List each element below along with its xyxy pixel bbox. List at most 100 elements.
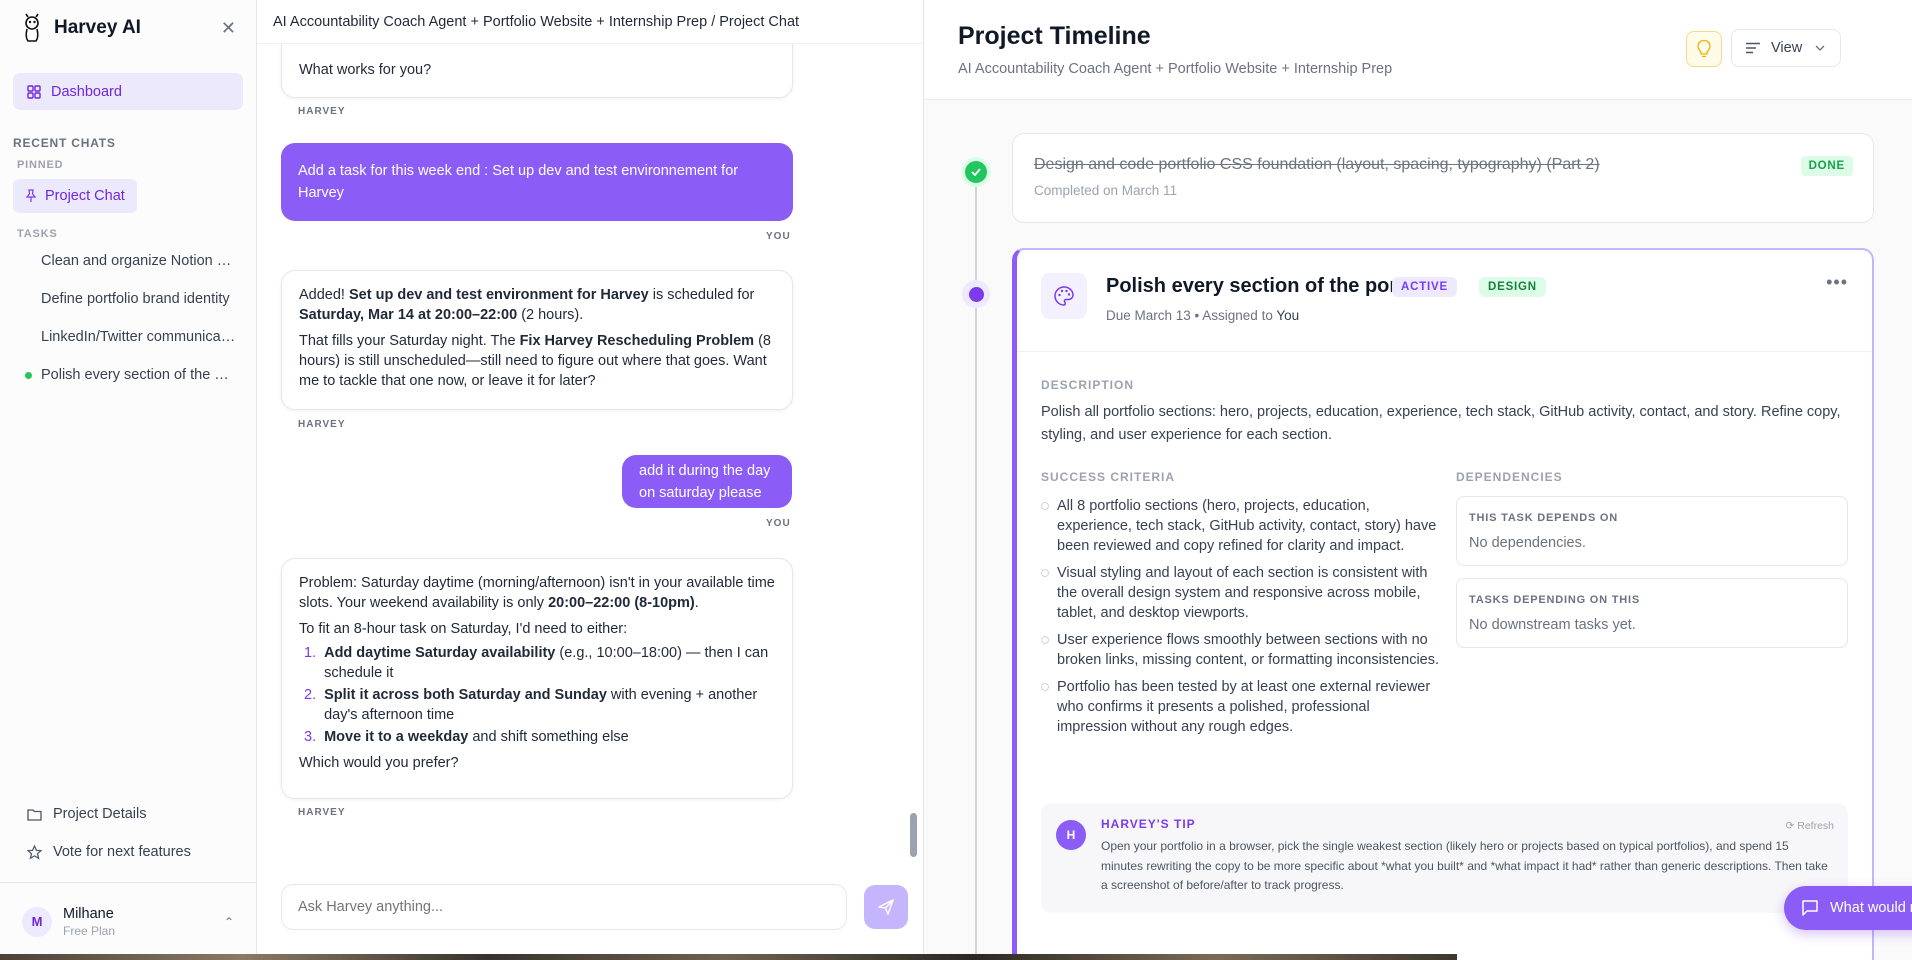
description-heading: DESCRIPTION <box>1041 378 1135 392</box>
tip-text: Open your portfolio in a browser, pick t… <box>1101 839 1828 892</box>
sender-label: YOU <box>766 518 791 529</box>
depends-on-text: No dependencies. <box>1469 535 1586 551</box>
app-title: Harvey AI <box>54 17 141 38</box>
assistant-message: What works for you? <box>281 44 793 98</box>
harvey-logo-icon <box>25 13 39 42</box>
message-text: Add a task for this week end : Set up de… <box>298 163 739 201</box>
sidebar-item-project-chat[interactable]: Project Chat <box>13 179 137 213</box>
folder-icon <box>27 808 42 821</box>
criteria-list: All 8 portfolio sections (hero, projects… <box>1041 496 1441 737</box>
chat-input-box[interactable] <box>281 884 847 930</box>
chat-input[interactable] <box>298 899 846 915</box>
sidebar-task-item[interactable]: Define portfolio brand identity <box>0 280 256 318</box>
lightbulb-icon <box>1697 40 1711 58</box>
user-info: Milhane Free Plan <box>63 906 115 938</box>
harvey-tip: H HARVEY'S TIP ⟳ Refresh Open your portf… <box>1041 803 1848 913</box>
criteria-item: Visual styling and layout of each sectio… <box>1041 563 1441 623</box>
breadcrumb: AI Accountability Coach Agent + Portfoli… <box>257 0 923 44</box>
refresh-icon: ⟳ <box>1785 820 1795 832</box>
refresh-tip-button[interactable]: ⟳ Refresh <box>1786 820 1835 832</box>
task-meta: Due March 13 • Assigned to You <box>1106 308 1300 323</box>
message-paragraph: Problem: Saturday daytime (morning/after… <box>299 575 775 611</box>
send-icon <box>878 899 894 915</box>
user-plan: Free Plan <box>63 923 116 938</box>
options-list: 1. Add daytime Saturday availability (e.g… <box>299 643 775 747</box>
send-button[interactable] <box>864 885 908 929</box>
sender-label: HARVEY <box>298 419 346 430</box>
app-root: Harvey AI ✕ Dashboard RECENT CHATS PINNE… <box>0 0 1912 960</box>
tips-button[interactable] <box>1686 31 1722 67</box>
more-options-icon[interactable]: ••• <box>1826 272 1848 293</box>
user-name: Milhane <box>63 905 114 922</box>
avatar: M <box>22 906 52 937</box>
task-card-header: Polish every section of the portfolio AC… <box>1017 250 1872 352</box>
user-menu[interactable]: M Milhane Free Plan ⌃ <box>0 882 256 960</box>
sender-label: HARVEY <box>298 106 346 117</box>
recent-chats-heading: RECENT CHATS <box>13 136 116 150</box>
depends-on-heading: THIS TASK DEPENDS ON <box>1469 512 1619 524</box>
criteria-heading: SUCCESS CRITERIA <box>1041 470 1176 484</box>
user-message: Add a task for this week end : Set up de… <box>281 143 793 221</box>
description-section: DESCRIPTION Polish all portfolio section… <box>1041 378 1851 447</box>
project-details-link[interactable]: Project Details <box>0 795 256 833</box>
assistant-message: Added! Set up dev and test environment f… <box>281 270 793 410</box>
vote-features-link[interactable]: Vote for next features <box>0 833 256 871</box>
sidebar-task-item-active[interactable]: Polish every section of the portfolio <box>0 356 256 394</box>
task-list: Clean and organize Notion workspace Defi… <box>0 242 256 394</box>
sidebar-task-item[interactable]: Clean and organize Notion workspace <box>0 242 256 280</box>
pin-icon <box>25 189 37 202</box>
chat-messages[interactable]: What works for you? HARVEY Add a task fo… <box>257 44 907 860</box>
task-label: LinkedIn/Twitter communication plan <box>41 329 236 345</box>
task-label: Clean and organize Notion workspace <box>41 253 236 269</box>
timeline-panel: Project Timeline AI Accountability Coach… <box>924 0 1912 960</box>
criteria-item: User experience flows smoothly between s… <box>1041 630 1441 670</box>
view-label: View <box>1771 40 1803 56</box>
user-message: add it during the day on saturday please <box>622 455 792 508</box>
feedback-button[interactable]: What would make Harvey better? <box>1784 886 1912 930</box>
option-item: 2. Split it across both Saturday and Sund… <box>304 687 758 723</box>
sidebar-footer: Project Details Vote for next features M… <box>0 795 256 960</box>
background-photo-strip <box>0 954 1457 960</box>
message-paragraph: That fills your Saturday night. The Fix … <box>299 333 771 389</box>
message-paragraph: To fit an 8-hour task on Saturday, I'd n… <box>299 621 628 637</box>
dashboard-icon <box>27 84 41 99</box>
view-dropdown[interactable]: View <box>1731 29 1841 67</box>
sidebar: Harvey AI ✕ Dashboard RECENT CHATS PINNE… <box>0 0 257 960</box>
option-item: 3. Move it to a weekday and shift somethi… <box>304 729 629 745</box>
active-status-dot <box>25 372 32 379</box>
description-text: Polish all portfolio sections: hero, pro… <box>1041 404 1841 443</box>
active-node <box>962 280 990 308</box>
chat-scrollbar[interactable] <box>910 813 917 857</box>
palette-icon <box>1041 273 1087 319</box>
close-sidebar-icon[interactable]: ✕ <box>221 18 236 39</box>
pinned-heading: PINNED <box>17 159 64 171</box>
dependents-box: TASKS DEPENDING ON THIS No downstream ta… <box>1456 578 1848 648</box>
task-card-done[interactable]: Design and code portfolio CSS foundation… <box>1012 133 1874 223</box>
dependents-text: No downstream tasks yet. <box>1469 617 1636 633</box>
dependencies-heading: DEPENDENCIES <box>1456 470 1563 484</box>
chevron-down-icon <box>1815 45 1825 51</box>
task-label: Define portfolio brand identity <box>41 291 230 307</box>
success-criteria-section: SUCCESS CRITERIA All 8 portfolio section… <box>1041 470 1441 744</box>
message-paragraph: Added! Set up dev and test environment f… <box>299 287 755 323</box>
message-text: What works for you? <box>299 62 432 78</box>
tasks-heading: TASKS <box>17 228 58 240</box>
message-paragraph: Which would you prefer? <box>299 755 459 771</box>
criteria-item: Portfolio has been tested by at least on… <box>1041 677 1441 737</box>
category-badge: DESIGN <box>1479 277 1546 297</box>
timeline-header: Project Timeline AI Accountability Coach… <box>924 0 1912 100</box>
option-item: 1. Add daytime Saturday availability (e.g… <box>304 645 769 681</box>
tip-heading: HARVEY'S TIP <box>1101 817 1196 831</box>
feedback-label: What would make Harvey better? <box>1830 900 1912 916</box>
chat-bubble-icon <box>1802 900 1818 916</box>
sidebar-task-item[interactable]: LinkedIn/Twitter communication plan <box>0 318 256 356</box>
vote-label: Vote for next features <box>53 844 191 860</box>
dashboard-label: Dashboard <box>51 83 122 100</box>
chat-panel: AI Accountability Coach Agent + Portfoli… <box>257 0 924 960</box>
chevron-up-icon: ⌃ <box>223 914 234 929</box>
task-label: Polish every section of the portfolio <box>41 367 236 383</box>
sidebar-item-dashboard[interactable]: Dashboard <box>13 73 243 110</box>
task-title: Design and code portfolio CSS foundation… <box>1034 156 1600 173</box>
assistant-message: Problem: Saturday daytime (morning/after… <box>281 558 793 799</box>
message-text: add it during the day on saturday please <box>639 462 771 501</box>
